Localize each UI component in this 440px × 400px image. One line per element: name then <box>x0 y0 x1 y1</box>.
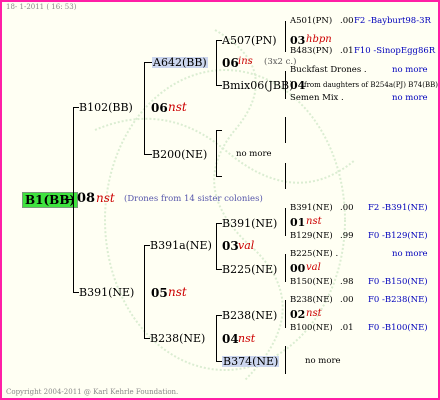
root-generation: 08 <box>77 191 96 206</box>
root-note: (Drones from 14 sister colonies) <box>124 194 263 204</box>
r4-score: .98 <box>340 277 354 287</box>
r5-score: .00 <box>340 295 354 305</box>
semen-note: no more <box>392 93 428 103</box>
b238-mark: nst <box>238 332 256 345</box>
connector <box>216 315 217 361</box>
a642-mark: ins <box>238 56 253 67</box>
node-a642[interactable]: A642(BB) <box>152 57 208 68</box>
b225-mark: val <box>306 262 321 273</box>
connector <box>144 154 152 155</box>
a642-generation: 06 <box>222 56 239 70</box>
node-b102[interactable]: B102(BB) <box>79 102 133 113</box>
b391a-mark: val <box>238 239 255 252</box>
node-b200[interactable]: B200(NE) <box>152 149 207 160</box>
connector <box>285 300 286 328</box>
b391-mark: nst <box>168 285 187 299</box>
b483-score: .01 <box>340 46 354 56</box>
r2-score: .99 <box>340 231 354 241</box>
node-r1[interactable]: B391(NE) <box>290 204 333 213</box>
b200-note: no more <box>236 149 272 159</box>
connector <box>144 62 145 154</box>
connector <box>285 163 286 189</box>
connector <box>144 62 152 63</box>
node-a501[interactable]: A501(PN) <box>290 17 332 26</box>
b374-note: no more <box>305 356 341 366</box>
node-b391[interactable]: B391(NE) <box>222 218 277 229</box>
a507-mark: hbpn <box>306 34 332 45</box>
node-r5[interactable]: B238(NE) <box>290 296 333 305</box>
copyright: Copyright 2004-2011 @ Karl Kehrle Founda… <box>6 388 179 396</box>
b238-b-gen: 02 <box>290 308 306 321</box>
node-b225[interactable]: B225(NE) <box>222 264 277 275</box>
node-r4[interactable]: B150(NE) <box>290 278 333 287</box>
r6-code: F0 -B100(NE) <box>368 323 428 333</box>
connector <box>73 107 74 292</box>
node-semen[interactable]: Semen Mix . <box>290 94 344 103</box>
b102-generation: 06 <box>151 101 168 115</box>
connector <box>285 117 286 143</box>
node-bmix06[interactable]: Bmix06(JBB) <box>222 80 293 91</box>
connector <box>216 223 217 269</box>
a501-score: .00 <box>340 16 354 26</box>
b391-generation: 05 <box>151 286 168 300</box>
b483-code: F10 -SinopEgg86R <box>354 46 436 56</box>
r6-score: .01 <box>340 323 354 333</box>
r1-code: F2 -B391(NE) <box>368 203 428 213</box>
node-b238-b[interactable]: B238(NE) <box>222 310 277 321</box>
connector <box>285 71 286 99</box>
connector <box>285 208 286 236</box>
bmix06-note: from daughters of B254a(PJ) B74(BB) <box>304 81 438 89</box>
node-b391a[interactable]: B391a(NE) <box>150 240 212 251</box>
node-r3[interactable]: B225(NE) . <box>290 250 338 259</box>
b391-gen4: 01 <box>290 216 306 229</box>
r4-code: F0 -B150(NE) <box>368 277 428 287</box>
r3-note: no more <box>392 249 428 259</box>
connector <box>144 245 145 338</box>
connector <box>65 199 73 200</box>
node-b483[interactable]: B483(PN) <box>290 47 332 56</box>
node-r6[interactable]: B100(NE) <box>290 324 333 333</box>
a507-generation: 03 <box>290 34 306 47</box>
r5-code: F0 -B238(NE) <box>368 295 428 305</box>
node-b238[interactable]: B238(NE) <box>150 333 205 344</box>
timestamp: 18- 1-2011 ( 16: 53) <box>6 3 77 11</box>
node-b391-ne[interactable]: B391(NE) <box>79 287 134 298</box>
connector <box>216 40 217 85</box>
root-queen[interactable]: B1(BB) <box>22 192 79 208</box>
node-a507[interactable]: A507(PN) <box>222 35 277 46</box>
connector <box>285 254 286 282</box>
b238-b-mark: nst <box>306 308 322 319</box>
root-mark: nst <box>96 191 115 205</box>
buckfast-note: no more <box>392 65 428 75</box>
node-buckfast[interactable]: Buckfast Drones . <box>290 66 367 75</box>
b391a-generation: 03 <box>222 239 239 253</box>
connector <box>216 176 222 177</box>
a501-code: F2 -Bayburt98-3R <box>354 16 431 26</box>
node-r2[interactable]: B129(NE) <box>290 232 333 241</box>
node-b374[interactable]: B374(NE) <box>222 356 280 367</box>
b102-mark: nst <box>168 100 187 114</box>
connector <box>216 130 222 131</box>
connector <box>285 21 286 52</box>
b391-gen4-mark: nst <box>306 216 322 227</box>
r2-code: F0 -B129(NE) <box>368 231 428 241</box>
b225-gen: 00 <box>290 262 306 275</box>
r1-score: .00 <box>340 203 354 213</box>
b238-generation: 04 <box>222 332 239 346</box>
connector <box>216 130 217 176</box>
connector <box>285 346 286 374</box>
